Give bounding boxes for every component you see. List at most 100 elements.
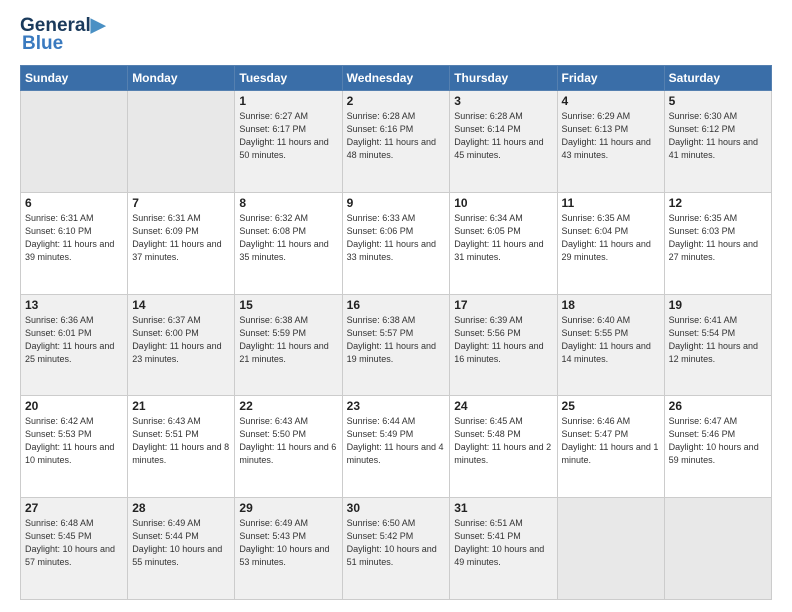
calendar-cell: 19 Sunrise: 6:41 AM Sunset: 5:54 PM Dayli… xyxy=(664,294,771,396)
day-number: 8 xyxy=(239,196,337,210)
day-number: 3 xyxy=(454,94,552,108)
calendar-cell: 27 Sunrise: 6:48 AM Sunset: 5:45 PM Dayli… xyxy=(21,498,128,600)
day-detail: Sunrise: 6:35 AM Sunset: 6:04 PM Dayligh… xyxy=(562,212,660,264)
logo: General▶ Blue xyxy=(20,16,105,55)
day-number: 16 xyxy=(347,298,446,312)
weekday-header-thursday: Thursday xyxy=(450,65,557,90)
calendar-cell: 16 Sunrise: 6:38 AM Sunset: 5:57 PM Dayli… xyxy=(342,294,450,396)
calendar-week-row: 6 Sunrise: 6:31 AM Sunset: 6:10 PM Daylig… xyxy=(21,192,772,294)
day-number: 9 xyxy=(347,196,446,210)
day-number: 24 xyxy=(454,399,552,413)
day-detail: Sunrise: 6:41 AM Sunset: 5:54 PM Dayligh… xyxy=(669,314,767,366)
calendar-cell: 24 Sunrise: 6:45 AM Sunset: 5:48 PM Dayli… xyxy=(450,396,557,498)
day-detail: Sunrise: 6:28 AM Sunset: 6:14 PM Dayligh… xyxy=(454,110,552,162)
calendar-week-row: 1 Sunrise: 6:27 AM Sunset: 6:17 PM Daylig… xyxy=(21,90,772,192)
day-number: 30 xyxy=(347,501,446,515)
calendar-table: SundayMondayTuesdayWednesdayThursdayFrid… xyxy=(20,65,772,600)
calendar-cell: 12 Sunrise: 6:35 AM Sunset: 6:03 PM Dayli… xyxy=(664,192,771,294)
day-detail: Sunrise: 6:48 AM Sunset: 5:45 PM Dayligh… xyxy=(25,517,123,569)
day-detail: Sunrise: 6:36 AM Sunset: 6:01 PM Dayligh… xyxy=(25,314,123,366)
day-detail: Sunrise: 6:38 AM Sunset: 5:57 PM Dayligh… xyxy=(347,314,446,366)
calendar-cell xyxy=(557,498,664,600)
calendar-cell: 11Sunrise: 6:35 AM Sunset: 6:04 PM Dayli… xyxy=(557,192,664,294)
day-number: 17 xyxy=(454,298,552,312)
day-number: 2 xyxy=(347,94,446,108)
day-number: 4 xyxy=(562,94,660,108)
day-detail: Sunrise: 6:40 AM Sunset: 5:55 PM Dayligh… xyxy=(562,314,660,366)
page: General▶ Blue SundayMondayTuesdayWednesd… xyxy=(0,0,792,612)
day-number: 23 xyxy=(347,399,446,413)
day-detail: Sunrise: 6:28 AM Sunset: 6:16 PM Dayligh… xyxy=(347,110,446,162)
day-detail: Sunrise: 6:42 AM Sunset: 5:53 PM Dayligh… xyxy=(25,415,123,467)
day-number: 25 xyxy=(562,399,660,413)
day-detail: Sunrise: 6:35 AM Sunset: 6:03 PM Dayligh… xyxy=(669,212,767,264)
day-detail: Sunrise: 6:49 AM Sunset: 5:44 PM Dayligh… xyxy=(132,517,230,569)
day-detail: Sunrise: 6:31 AM Sunset: 6:10 PM Dayligh… xyxy=(25,212,123,264)
calendar-week-row: 20 Sunrise: 6:42 AM Sunset: 5:53 PM Dayli… xyxy=(21,396,772,498)
day-detail: Sunrise: 6:30 AM Sunset: 6:12 PM Dayligh… xyxy=(669,110,767,162)
day-number: 15 xyxy=(239,298,337,312)
day-detail: Sunrise: 6:45 AM Sunset: 5:48 PM Dayligh… xyxy=(454,415,552,467)
calendar-cell: 31 Sunrise: 6:51 AM Sunset: 5:41 PM Dayli… xyxy=(450,498,557,600)
calendar-cell: 10 Sunrise: 6:34 AM Sunset: 6:05 PM Dayli… xyxy=(450,192,557,294)
day-number: 7 xyxy=(132,196,230,210)
calendar-cell: 29 Sunrise: 6:49 AM Sunset: 5:43 PM Dayli… xyxy=(235,498,342,600)
calendar-cell: 15Sunrise: 6:38 AM Sunset: 5:59 PM Dayli… xyxy=(235,294,342,396)
weekday-header-monday: Monday xyxy=(128,65,235,90)
day-detail: Sunrise: 6:31 AM Sunset: 6:09 PM Dayligh… xyxy=(132,212,230,264)
day-number: 5 xyxy=(669,94,767,108)
day-detail: Sunrise: 6:34 AM Sunset: 6:05 PM Dayligh… xyxy=(454,212,552,264)
calendar-cell: 30 Sunrise: 6:50 AM Sunset: 5:42 PM Dayli… xyxy=(342,498,450,600)
day-detail: Sunrise: 6:50 AM Sunset: 5:42 PM Dayligh… xyxy=(347,517,446,569)
calendar-cell: 3 Sunrise: 6:28 AM Sunset: 6:14 PM Daylig… xyxy=(450,90,557,192)
day-number: 22 xyxy=(239,399,337,413)
day-number: 31 xyxy=(454,501,552,515)
day-number: 20 xyxy=(25,399,123,413)
calendar-cell: 17 Sunrise: 6:39 AM Sunset: 5:56 PM Dayli… xyxy=(450,294,557,396)
calendar-cell: 2 Sunrise: 6:28 AM Sunset: 6:16 PM Daylig… xyxy=(342,90,450,192)
day-number: 28 xyxy=(132,501,230,515)
day-number: 10 xyxy=(454,196,552,210)
calendar-cell: 1 Sunrise: 6:27 AM Sunset: 6:17 PM Daylig… xyxy=(235,90,342,192)
calendar-cell: 20 Sunrise: 6:42 AM Sunset: 5:53 PM Dayli… xyxy=(21,396,128,498)
day-detail: Sunrise: 6:29 AM Sunset: 6:13 PM Dayligh… xyxy=(562,110,660,162)
day-number: 13 xyxy=(25,298,123,312)
calendar-cell: 18 Sunrise: 6:40 AM Sunset: 5:55 PM Dayli… xyxy=(557,294,664,396)
logo-blue: Blue xyxy=(22,33,63,55)
day-number: 26 xyxy=(669,399,767,413)
day-number: 12 xyxy=(669,196,767,210)
day-detail: Sunrise: 6:43 AM Sunset: 5:50 PM Dayligh… xyxy=(239,415,337,467)
day-detail: Sunrise: 6:39 AM Sunset: 5:56 PM Dayligh… xyxy=(454,314,552,366)
calendar-week-row: 27 Sunrise: 6:48 AM Sunset: 5:45 PM Dayli… xyxy=(21,498,772,600)
day-detail: Sunrise: 6:49 AM Sunset: 5:43 PM Dayligh… xyxy=(239,517,337,569)
day-number: 14 xyxy=(132,298,230,312)
calendar-cell xyxy=(128,90,235,192)
day-detail: Sunrise: 6:51 AM Sunset: 5:41 PM Dayligh… xyxy=(454,517,552,569)
calendar-cell: 5 Sunrise: 6:30 AM Sunset: 6:12 PM Daylig… xyxy=(664,90,771,192)
weekday-header-wednesday: Wednesday xyxy=(342,65,450,90)
weekday-header-friday: Friday xyxy=(557,65,664,90)
day-number: 19 xyxy=(669,298,767,312)
calendar-cell: 25 Sunrise: 6:46 AM Sunset: 5:47 PM Dayli… xyxy=(557,396,664,498)
day-number: 1 xyxy=(239,94,337,108)
day-number: 29 xyxy=(239,501,337,515)
day-detail: Sunrise: 6:33 AM Sunset: 6:06 PM Dayligh… xyxy=(347,212,446,264)
weekday-header-saturday: Saturday xyxy=(664,65,771,90)
day-number: 18 xyxy=(562,298,660,312)
calendar-cell: 26Sunrise: 6:47 AM Sunset: 5:46 PM Dayli… xyxy=(664,396,771,498)
calendar-cell: 4 Sunrise: 6:29 AM Sunset: 6:13 PM Daylig… xyxy=(557,90,664,192)
day-detail: Sunrise: 6:37 AM Sunset: 6:00 PM Dayligh… xyxy=(132,314,230,366)
day-number: 6 xyxy=(25,196,123,210)
day-number: 27 xyxy=(25,501,123,515)
calendar-cell: 14 Sunrise: 6:37 AM Sunset: 6:00 PM Dayli… xyxy=(128,294,235,396)
calendar-week-row: 13 Sunrise: 6:36 AM Sunset: 6:01 PM Dayli… xyxy=(21,294,772,396)
calendar-cell: 23 Sunrise: 6:44 AM Sunset: 5:49 PM Dayli… xyxy=(342,396,450,498)
weekday-header-tuesday: Tuesday xyxy=(235,65,342,90)
day-detail: Sunrise: 6:44 AM Sunset: 5:49 PM Dayligh… xyxy=(347,415,446,467)
weekday-header-sunday: Sunday xyxy=(21,65,128,90)
calendar-cell xyxy=(664,498,771,600)
day-detail: Sunrise: 6:27 AM Sunset: 6:17 PM Dayligh… xyxy=(239,110,337,162)
day-detail: Sunrise: 6:32 AM Sunset: 6:08 PM Dayligh… xyxy=(239,212,337,264)
day-detail: Sunrise: 6:46 AM Sunset: 5:47 PM Dayligh… xyxy=(562,415,660,467)
calendar-cell: 8 Sunrise: 6:32 AM Sunset: 6:08 PM Daylig… xyxy=(235,192,342,294)
